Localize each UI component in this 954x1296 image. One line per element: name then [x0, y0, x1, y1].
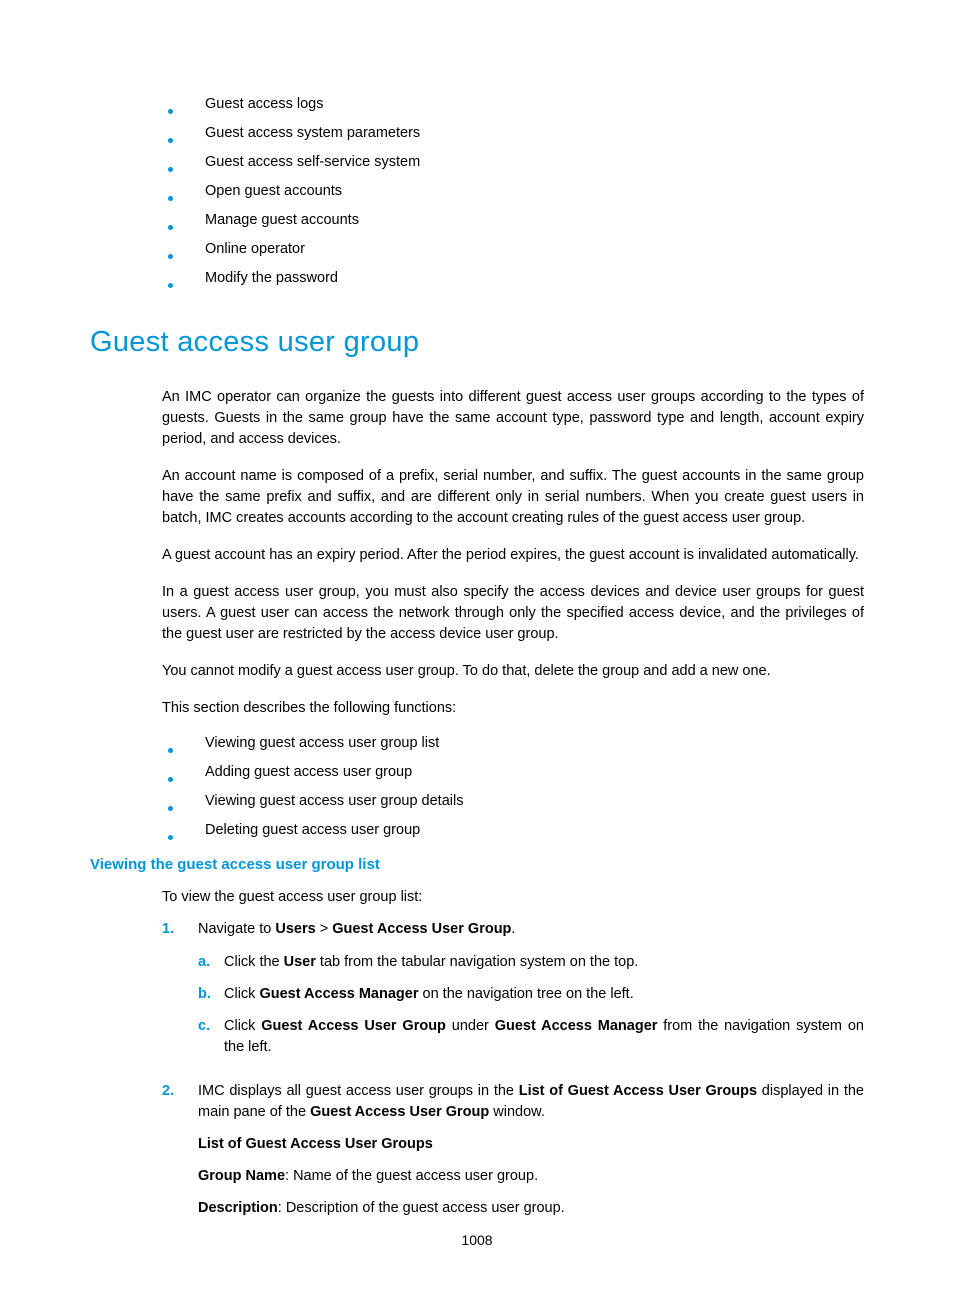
text: IMC displays all guest access user group… — [198, 1083, 519, 1099]
field-text: : Name of the guest access user group. — [285, 1168, 538, 1184]
sub-step-body: Click Guest Access User Group under Gues… — [224, 1016, 864, 1058]
ordered-list-item: 2. IMC displays all guest access user gr… — [162, 1081, 864, 1230]
paragraph: A guest account has an expiry period. Af… — [162, 545, 864, 566]
list-item-text: Open guest accounts — [205, 183, 342, 199]
sub-step-letter: a. — [198, 952, 224, 973]
list-item: Manage guest accounts — [168, 212, 864, 228]
text: > — [316, 921, 333, 937]
bold-text: User — [284, 954, 316, 970]
text: tab from the tabular navigation system o… — [316, 954, 638, 970]
bullet-icon — [168, 196, 173, 201]
bullet-icon — [168, 254, 173, 259]
text: . — [511, 921, 515, 937]
page-number: 1008 — [0, 1232, 954, 1248]
bold-text: List of Guest Access User Groups — [519, 1083, 757, 1099]
step-number: 1. — [162, 919, 198, 1069]
list-title: List of Guest Access User Groups — [198, 1136, 433, 1152]
bullet-icon — [168, 835, 173, 840]
bullet-icon — [168, 167, 173, 172]
sub-step-letter: c. — [198, 1016, 224, 1058]
intro-text: To view the guest access user group list… — [162, 889, 864, 905]
paragraph: In a guest access user group, you must a… — [162, 582, 864, 645]
bullet-icon — [168, 109, 173, 114]
list-item-text: Viewing guest access user group details — [205, 793, 463, 809]
bullet-icon — [168, 806, 173, 811]
list-item: Viewing guest access user group details — [168, 793, 864, 809]
sub-ordered-list: a. Click the User tab from the tabular n… — [198, 952, 864, 1058]
list-item: Open guest accounts — [168, 183, 864, 199]
bold-text: Guest Access Manager — [259, 986, 418, 1002]
sub-step-body: Click Guest Access Manager on the naviga… — [224, 984, 864, 1005]
step-number: 2. — [162, 1081, 198, 1230]
top-bullet-list: Guest access logs Guest access system pa… — [168, 96, 864, 286]
bold-text: Guest Access User Group — [261, 1018, 446, 1034]
step-body: IMC displays all guest access user group… — [198, 1081, 864, 1230]
bold-text: Guest Access User Group — [310, 1104, 489, 1120]
text: Navigate to — [198, 921, 275, 937]
list-item-text: Guest access system parameters — [205, 125, 420, 141]
list-item-text: Manage guest accounts — [205, 212, 359, 228]
list-item-text: Viewing guest access user group list — [205, 735, 439, 751]
subsection-heading: Viewing the guest access user group list — [90, 856, 864, 873]
sub-step-letter: b. — [198, 984, 224, 1005]
list-item: Guest access system parameters — [168, 125, 864, 141]
paragraph: This section describes the following fun… — [162, 698, 864, 719]
bullet-icon — [168, 777, 173, 782]
text: on the navigation tree on the left. — [419, 986, 634, 1002]
list-item: Adding guest access user group — [168, 764, 864, 780]
sub-list-item: a. Click the User tab from the tabular n… — [198, 952, 864, 973]
list-item-text: Adding guest access user group — [205, 764, 412, 780]
field-text: : Description of the guest access user g… — [278, 1200, 565, 1216]
section-content: An IMC operator can organize the guests … — [162, 387, 864, 838]
list-item: Online operator — [168, 241, 864, 257]
bullet-icon — [168, 283, 173, 288]
paragraph: You cannot modify a guest access user gr… — [162, 661, 864, 682]
paragraph: An account name is composed of a prefix,… — [162, 466, 864, 529]
bullet-icon — [168, 225, 173, 230]
list-item-text: Deleting guest access user group — [205, 822, 420, 838]
list-item-text: Guest access logs — [205, 96, 323, 112]
list-item: Guest access self-service system — [168, 154, 864, 170]
sub-list-item: b. Click Guest Access Manager on the nav… — [198, 984, 864, 1005]
bullet-icon — [168, 138, 173, 143]
bold-text: Users — [275, 921, 315, 937]
function-bullet-list: Viewing guest access user group list Add… — [168, 735, 864, 838]
text: Click — [224, 986, 259, 1002]
bold-text: Guest Access Manager — [495, 1018, 658, 1034]
section-heading: Guest access user group — [90, 326, 864, 359]
step-body: Navigate to Users > Guest Access User Gr… — [198, 919, 864, 1069]
list-item: Deleting guest access user group — [168, 822, 864, 838]
bullet-icon — [168, 748, 173, 753]
text: Click — [224, 1018, 261, 1034]
list-item-text: Modify the password — [205, 270, 338, 286]
list-item: Guest access logs — [168, 96, 864, 112]
sub-step-body: Click the User tab from the tabular navi… — [224, 952, 864, 973]
list-item-text: Guest access self-service system — [205, 154, 420, 170]
list-item: Viewing guest access user group list — [168, 735, 864, 751]
paragraph: An IMC operator can organize the guests … — [162, 387, 864, 450]
text: Click the — [224, 954, 284, 970]
sub-list-item: c. Click Guest Access User Group under G… — [198, 1016, 864, 1058]
text: under — [446, 1018, 495, 1034]
ordered-list: 1. Navigate to Users > Guest Access User… — [162, 919, 864, 1230]
text: window. — [489, 1104, 545, 1120]
list-item: Modify the password — [168, 270, 864, 286]
field-label: Description — [198, 1200, 278, 1216]
ordered-list-item: 1. Navigate to Users > Guest Access User… — [162, 919, 864, 1069]
list-item-text: Online operator — [205, 241, 305, 257]
field-label: Group Name — [198, 1168, 285, 1184]
bold-text: Guest Access User Group — [332, 921, 511, 937]
